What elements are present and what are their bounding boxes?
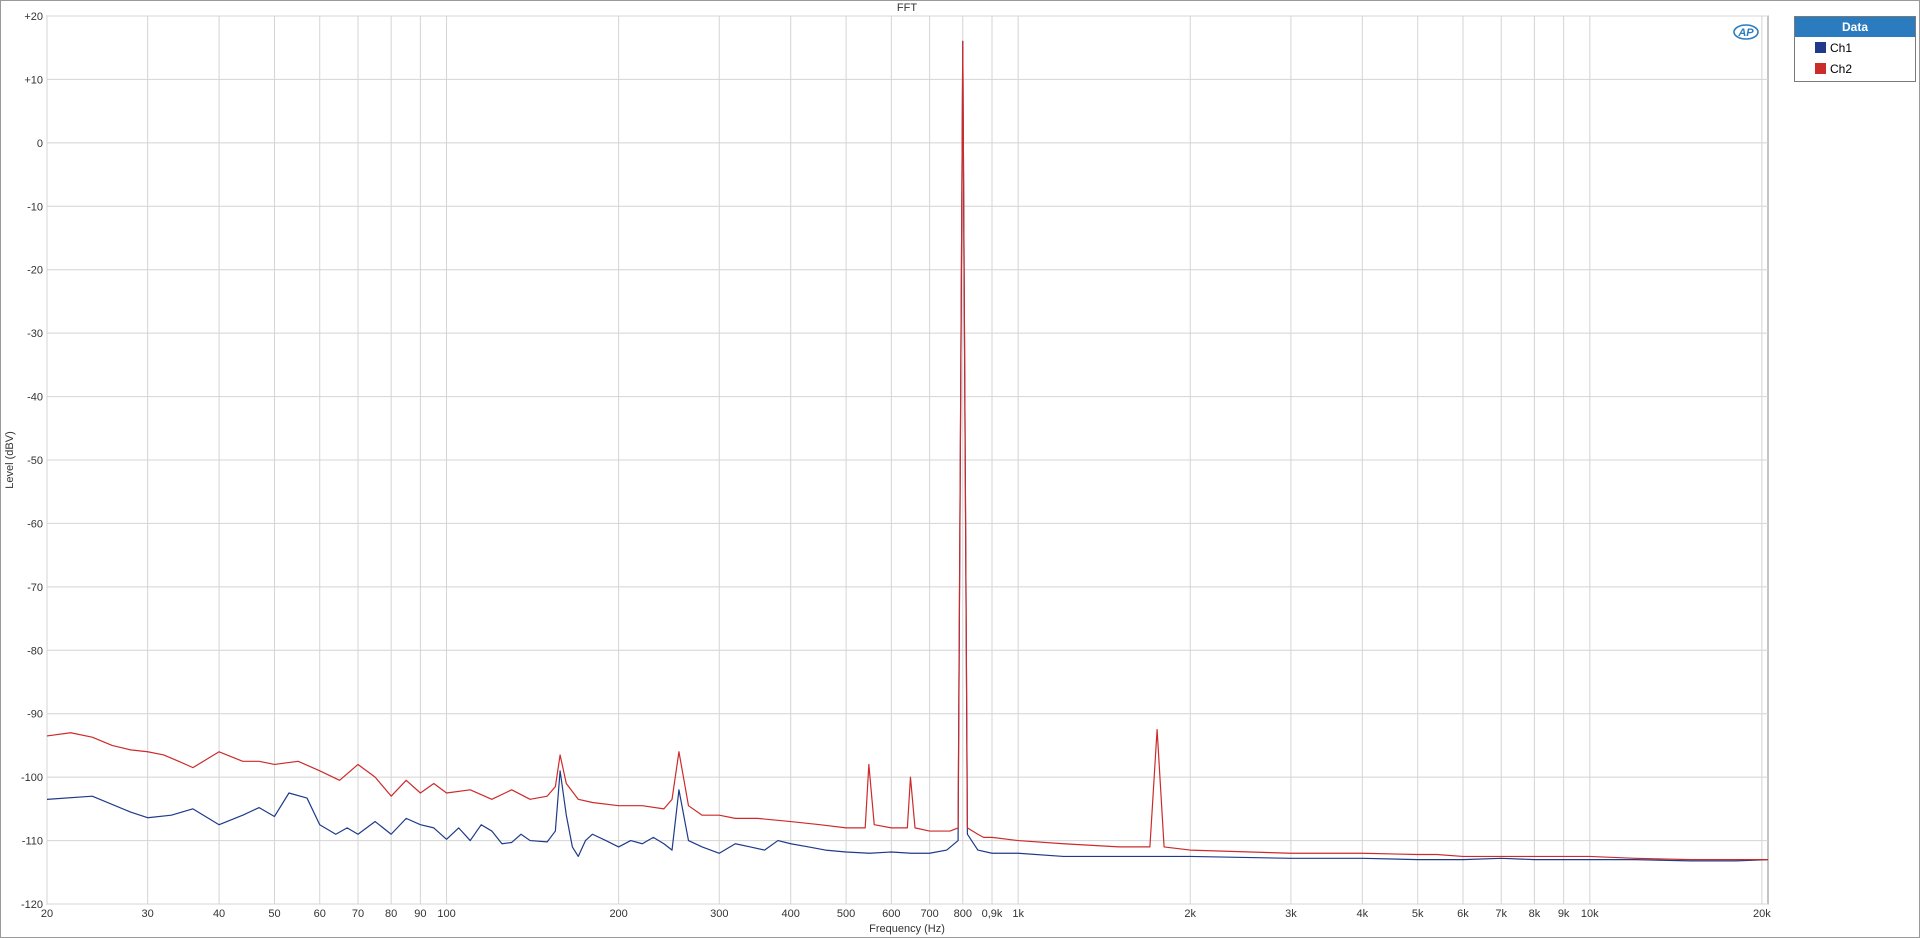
y-axis-label: Level (dBV) [4, 431, 16, 488]
chart-title: FFT [897, 2, 917, 14]
y-tick-label: +10 [24, 74, 43, 86]
x-tick-label: 4k [1357, 908, 1369, 920]
x-axis-label: Frequency (Hz) [869, 923, 945, 935]
x-tick-label: 6k [1457, 908, 1469, 920]
x-tick-label: 5k [1412, 908, 1424, 920]
legend-item-ch1[interactable]: Ch1 [1795, 37, 1915, 58]
legend-label-ch2: Ch2 [1830, 61, 1853, 76]
x-tick-label: 300 [710, 908, 728, 920]
fft-chart: 20 30 40 50 60 70 80 90 100 200 300 400 500 600 700 800… [4, 2, 1771, 935]
legend-item-ch2[interactable]: Ch2 [1795, 58, 1915, 79]
x-tick-label: 10k [1581, 908, 1599, 920]
x-tick-label: 500 [837, 908, 855, 920]
x-tick-label: 0,9k [982, 908, 1003, 920]
y-tick-label: 0 [37, 138, 43, 150]
ap-logo-text: AP [1737, 27, 1754, 39]
legend-label-ch1: Ch1 [1830, 40, 1853, 55]
y-tick-label: -70 [27, 582, 43, 594]
x-tick-label: 700 [920, 908, 938, 920]
y-tick-label: -10 [27, 201, 43, 213]
y-tick-label: -40 [27, 392, 43, 404]
x-tick-label: 20k [1753, 908, 1771, 920]
x-tick-label: 50 [268, 908, 280, 920]
x-tick-label: 1k [1012, 908, 1024, 920]
x-tick-label: 90 [414, 908, 426, 920]
x-tick-label: 7k [1495, 908, 1507, 920]
x-tick-label: 40 [213, 908, 225, 920]
y-tick-label: -60 [27, 518, 43, 530]
x-tick-label: 2k [1184, 908, 1196, 920]
y-tick-label: -30 [27, 328, 43, 340]
x-tick-label: 400 [782, 908, 800, 920]
x-tick-label: 100 [437, 908, 455, 920]
x-tick-label: 600 [882, 908, 900, 920]
x-tick-label: 8k [1529, 908, 1541, 920]
y-tick-label: -80 [27, 645, 43, 657]
x-tick-label: 60 [314, 908, 326, 920]
y-tick-label: -20 [27, 265, 43, 277]
x-tick-label: 200 [609, 908, 627, 920]
y-tick-label: -90 [27, 709, 43, 721]
x-tick-label: 30 [142, 908, 154, 920]
legend-swatch-ch2 [1815, 63, 1826, 74]
y-tick-label: +20 [24, 11, 43, 23]
y-tick-label: -120 [21, 899, 43, 911]
legend: Data Ch1 Ch2 [1794, 16, 1916, 82]
x-tick-label: 9k [1558, 908, 1570, 920]
x-tick-label: 70 [352, 908, 364, 920]
y-tick-label: -100 [21, 772, 43, 784]
x-tick-label: 3k [1285, 908, 1297, 920]
legend-swatch-ch1 [1815, 42, 1826, 53]
legend-header: Data [1795, 17, 1915, 37]
x-tick-label: 80 [385, 908, 397, 920]
y-tick-label: -110 [22, 836, 43, 848]
x-tick-label: 800 [954, 908, 972, 920]
y-tick-label: -50 [27, 455, 43, 467]
